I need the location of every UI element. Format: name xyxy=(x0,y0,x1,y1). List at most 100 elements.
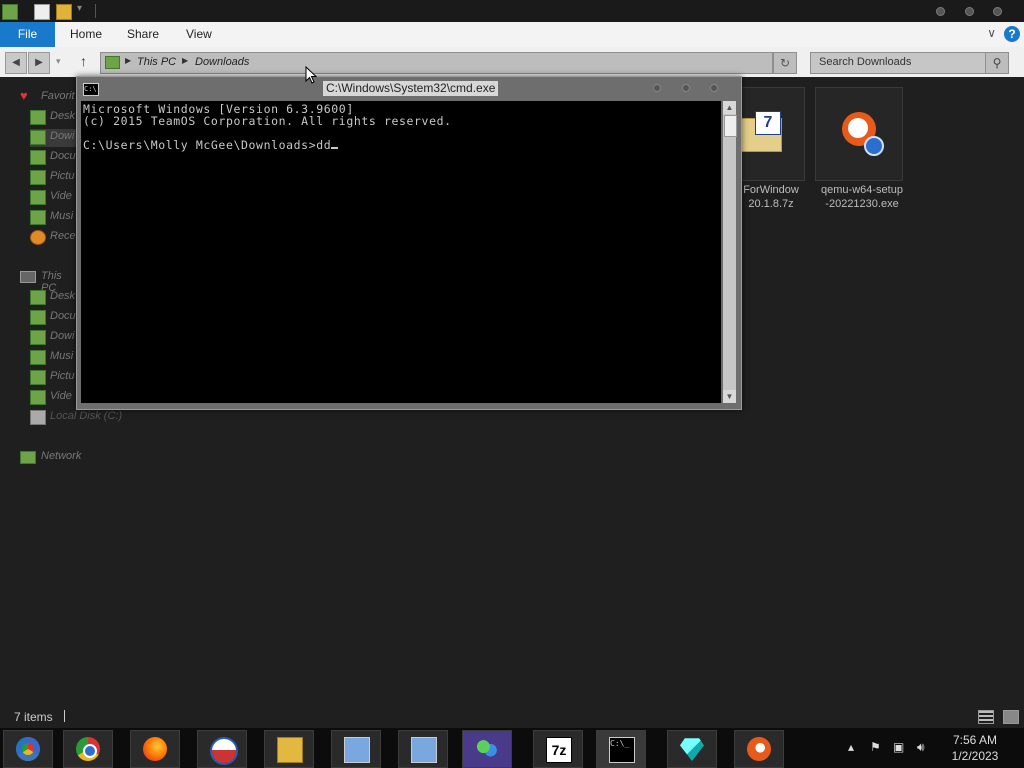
show-hidden-icons-chevron-icon[interactable]: ▴ xyxy=(848,740,854,754)
folder-icon xyxy=(30,150,46,165)
taskbar-windows-live[interactable] xyxy=(462,730,512,768)
file-tile[interactable] xyxy=(815,87,903,181)
network-status-icon[interactable]: ▣ xyxy=(893,740,904,754)
close-button[interactable] xyxy=(993,7,1002,16)
ribbon-tabs: File Home Share View ∨ ? xyxy=(0,22,1024,48)
file-name-line: -20221230.exe xyxy=(825,198,899,210)
close-button[interactable] xyxy=(710,84,718,92)
help-icon[interactable]: ? xyxy=(1004,26,1020,42)
installer-icon-2 xyxy=(411,737,437,763)
recent-places-icon xyxy=(30,230,46,245)
breadcrumb-arrow-icon[interactable]: ▶ xyxy=(125,56,131,65)
refresh-icon[interactable]: ↻ xyxy=(773,52,797,74)
drive-icon xyxy=(30,410,46,425)
maximize-button[interactable] xyxy=(682,84,690,92)
sidebar-item-local-disk[interactable]: Local Disk (C:) xyxy=(30,409,230,427)
minimize-button[interactable] xyxy=(653,84,661,92)
taskbar-obama-logo[interactable] xyxy=(197,730,247,768)
address-bar[interactable]: ▶ This PC ▶ Downloads xyxy=(100,52,773,74)
diamond-icon xyxy=(680,738,704,761)
status-bar: 7 items xyxy=(0,706,1024,728)
sidebar-item-label: Pictu xyxy=(50,170,75,182)
search-icon[interactable]: ⚲ xyxy=(985,52,1009,74)
sidebar-item-label: Dowi xyxy=(50,330,75,342)
vertical-scrollbar[interactable]: ▲ ▼ xyxy=(723,101,737,403)
sidebar-group-label: Network xyxy=(41,450,82,462)
firefox-icon xyxy=(143,737,167,761)
folder-icon xyxy=(30,110,46,125)
breadcrumb-this-pc[interactable]: This PC xyxy=(137,56,176,68)
breadcrumb-downloads[interactable]: Downloads xyxy=(195,56,249,68)
cmd-window[interactable]: C:\ C:\Windows\System32\cmd.exe Microsof… xyxy=(76,76,742,410)
sidebar-item-label: Musi xyxy=(50,210,74,222)
file-label[interactable]: qemu-w64-setup -20221230.exe xyxy=(802,183,922,211)
taskbar-installer-2[interactable] xyxy=(398,730,448,768)
item-count: 7 items xyxy=(14,710,53,724)
taskbar-cmd[interactable]: C:\_ xyxy=(596,730,646,768)
scroll-up-arrow-icon[interactable]: ▲ xyxy=(723,101,736,114)
qat-separator xyxy=(95,4,96,18)
scroll-thumb[interactable] xyxy=(724,115,737,137)
cmd-icon[interactable]: C:\ xyxy=(83,83,99,96)
large-icons-view-icon[interactable] xyxy=(1003,710,1019,724)
breadcrumb-arrow-icon[interactable]: ▶ xyxy=(182,56,188,65)
tab-share[interactable]: Share xyxy=(127,22,159,47)
details-view-icon[interactable] xyxy=(978,710,994,724)
taskbar: 7z C:\_ ▴ ⚑ ▣ 🔊︎ 7:56 AM 1/2/2023 xyxy=(0,728,1024,768)
sidebar-item-label: Musi xyxy=(50,350,74,362)
maximize-button[interactable] xyxy=(965,7,974,16)
minimize-button[interactable] xyxy=(936,7,945,16)
cmd-icon: C:\_ xyxy=(609,737,635,763)
chrome-remote-icon xyxy=(16,737,40,761)
taskbar-chrome-remote[interactable] xyxy=(3,730,53,768)
sidebar-item-label: Dowi xyxy=(50,130,75,142)
search-box[interactable] xyxy=(810,52,986,74)
folder-icon xyxy=(30,310,46,325)
folder-icon xyxy=(30,290,46,305)
search-input[interactable] xyxy=(811,53,979,71)
recent-locations-chevron-icon[interactable]: ▾ xyxy=(56,56,61,67)
taskbar-7zip[interactable]: 7z xyxy=(533,730,583,768)
taskbar-installer[interactable] xyxy=(331,730,381,768)
up-arrow-icon[interactable]: ↑ xyxy=(80,53,87,69)
7zip-archive-icon: 7 xyxy=(740,111,782,152)
sidebar-item-label: Docu xyxy=(50,150,76,162)
properties-icon[interactable] xyxy=(2,4,18,20)
taskbar-diamond[interactable] xyxy=(667,730,717,768)
customize-arrow-icon[interactable]: ▾ xyxy=(77,3,82,14)
tab-view[interactable]: View xyxy=(186,22,212,47)
folder-icon xyxy=(30,350,46,365)
tab-home[interactable]: Home xyxy=(70,22,102,47)
folder-icon xyxy=(30,370,46,385)
window-title: C:\Windows\System32\cmd.exe xyxy=(323,81,499,96)
taskbar-firefox[interactable] xyxy=(130,730,180,768)
scroll-down-arrow-icon[interactable]: ▼ xyxy=(723,390,736,403)
sidebar-item-label: Local Disk (C:) xyxy=(50,410,123,422)
volume-icon[interactable]: 🔊︎ xyxy=(917,740,925,755)
clock[interactable]: 7:56 AM 1/2/2023 xyxy=(940,732,1010,764)
expand-ribbon-chevron-icon[interactable]: ∨ xyxy=(987,26,996,40)
network-icon xyxy=(20,451,36,464)
folder-icon xyxy=(30,170,46,185)
taskbar-file-explorer[interactable] xyxy=(264,730,314,768)
forward-button[interactable]: ▶ xyxy=(28,52,50,74)
new-folder-icon[interactable] xyxy=(56,4,72,20)
taskbar-chrome[interactable] xyxy=(63,730,113,768)
this-pc-icon xyxy=(105,56,120,69)
text-cursor xyxy=(331,147,339,149)
7zip-icon: 7z xyxy=(546,737,572,763)
taskbar-qemu[interactable] xyxy=(734,730,784,768)
action-center-flag-icon[interactable]: ⚑ xyxy=(870,740,881,754)
console-output[interactable]: Microsoft Windows [Version 6.3.9600] (c)… xyxy=(81,101,721,403)
clock-time: 7:56 AM xyxy=(952,733,998,747)
title-bar: ▾ xyxy=(0,0,1024,22)
sidebar-item-label: Pictu xyxy=(50,370,75,382)
new-document-icon[interactable] xyxy=(34,4,50,20)
tab-file[interactable]: File xyxy=(0,22,55,47)
sidebar-group-label: Favorit xyxy=(41,90,75,102)
favorites-heart-icon: ♥ xyxy=(20,88,28,103)
obama-logo-icon xyxy=(210,737,238,765)
mouse-pointer-icon xyxy=(305,66,317,84)
sidebar-item-label: Desk xyxy=(50,290,76,302)
back-button[interactable]: ◀ xyxy=(5,52,27,74)
